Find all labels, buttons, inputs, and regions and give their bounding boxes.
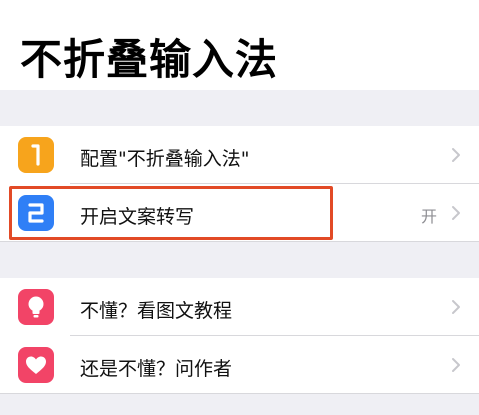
- heart-icon: [18, 347, 54, 383]
- settings-screen: 不折叠输入法 配置"不折叠输入法" 开启文案转写 开 不懂？看图文教程 还是不懂…: [0, 0, 479, 415]
- chevron-right-icon: [451, 205, 461, 221]
- configure-keyboard-row[interactable]: 配置"不折叠输入法": [0, 126, 479, 184]
- chevron-right-icon: [451, 147, 461, 163]
- help-group: 不懂？看图文教程 还是不懂？问作者: [0, 278, 479, 394]
- transcription-status-value: 开: [420, 207, 437, 226]
- title-bar: 不折叠输入法: [0, 0, 479, 90]
- ask-author-row[interactable]: 还是不懂？问作者: [0, 336, 479, 394]
- tutorial-label: 不懂？看图文教程: [80, 300, 233, 322]
- chevron-right-icon: [451, 357, 461, 373]
- page-title: 不折叠输入法: [20, 35, 279, 84]
- group-divider: [0, 241, 479, 242]
- lightbulb-icon: [18, 289, 54, 325]
- ask-author-label: 还是不懂？问作者: [80, 358, 233, 380]
- chevron-right-icon: [451, 299, 461, 315]
- tutorial-row[interactable]: 不懂？看图文教程: [0, 278, 479, 336]
- group-divider: [0, 393, 479, 394]
- digit-1-icon: [18, 137, 54, 173]
- configure-keyboard-label: 配置"不折叠输入法": [80, 148, 250, 170]
- highlight-annotation: [9, 186, 333, 240]
